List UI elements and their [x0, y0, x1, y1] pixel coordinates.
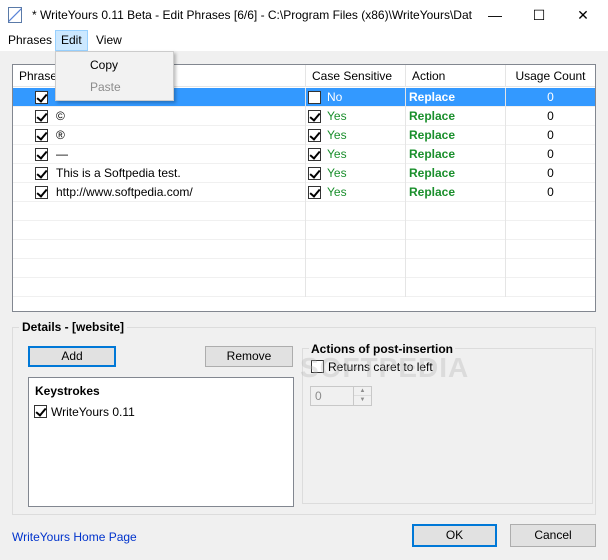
column-header-usage-count[interactable]: Usage Count: [506, 65, 595, 87]
table-row[interactable]: ® Yes Replace 0: [13, 126, 595, 145]
case-sensitive-checkbox[interactable]: [308, 148, 321, 161]
empty-row: [13, 240, 595, 259]
phrase-text: —: [56, 147, 68, 161]
usage-count-text: 0: [547, 166, 554, 180]
table-row[interactable]: © Yes Replace 0: [13, 107, 595, 126]
minimize-button[interactable]: —: [473, 0, 517, 30]
action-text: Replace: [409, 147, 456, 161]
menu-view[interactable]: View: [91, 30, 127, 51]
enabled-checkbox[interactable]: [35, 110, 48, 123]
enabled-checkbox[interactable]: [35, 167, 48, 180]
add-button[interactable]: Add: [28, 346, 116, 367]
action-text: Replace: [409, 109, 456, 123]
table-row[interactable]: This is a Softpedia test. Yes Replace 0: [13, 164, 595, 183]
case-sensitive-checkbox[interactable]: [308, 129, 321, 142]
menu-edit[interactable]: Edit: [55, 30, 88, 51]
maximize-button[interactable]: ☐: [517, 0, 561, 30]
empty-row: [13, 202, 595, 221]
phrases-grid: Phrase Case Sensitive Action Usage Count…: [12, 64, 596, 312]
table-row[interactable]: — Yes Replace 0: [13, 145, 595, 164]
softpedia-watermark: SOFTPEDIA: [300, 352, 470, 383]
phrase-text: ©: [56, 109, 65, 123]
spin-down-icon[interactable]: ▼: [354, 396, 371, 405]
details-title: Details - [website]: [19, 320, 128, 334]
usage-count-text: 0: [547, 109, 554, 123]
phrase-text: http://www.softpedia.com/: [56, 185, 193, 199]
spinner-buttons: ▲ ▼: [353, 387, 371, 405]
enabled-checkbox[interactable]: [35, 186, 48, 199]
keystroke-checkbox[interactable]: [34, 405, 47, 418]
case-sensitive-text: Yes: [327, 166, 347, 180]
usage-count-text: 0: [547, 147, 554, 161]
usage-count-text: 0: [547, 90, 554, 104]
case-sensitive-checkbox[interactable]: [308, 91, 321, 104]
case-sensitive-checkbox[interactable]: [308, 186, 321, 199]
menu-phrases[interactable]: Phrases: [3, 30, 57, 51]
empty-row: [13, 221, 595, 240]
keystrokes-title: Keystrokes: [35, 384, 100, 398]
app-icon: [8, 7, 22, 23]
column-header-action[interactable]: Action: [406, 65, 506, 87]
keystroke-item: WriteYours 0.11: [51, 405, 135, 419]
action-text: Replace: [409, 166, 456, 180]
table-row[interactable]: http://www.softpedia.com/ Yes Replace 0: [13, 183, 595, 202]
menu-item-copy[interactable]: Copy: [56, 54, 173, 76]
action-text: Replace: [409, 90, 456, 104]
cancel-button[interactable]: Cancel: [510, 524, 596, 547]
menu-item-paste[interactable]: Paste: [56, 76, 173, 98]
title-bar: * WriteYours 0.11 Beta - Edit Phrases [6…: [0, 0, 608, 30]
case-sensitive-text: Yes: [327, 128, 347, 142]
edit-dropdown-menu: Copy Paste: [55, 51, 174, 101]
case-sensitive-checkbox[interactable]: [308, 110, 321, 123]
usage-count-text: 0: [547, 128, 554, 142]
case-sensitive-text: Yes: [327, 147, 347, 161]
remove-button[interactable]: Remove: [205, 346, 293, 367]
phrase-text: ®: [56, 128, 65, 142]
window-title: * WriteYours 0.11 Beta - Edit Phrases [6…: [32, 8, 472, 22]
enabled-checkbox[interactable]: [35, 129, 48, 142]
home-page-link[interactable]: WriteYours Home Page: [12, 530, 137, 544]
empty-row: [13, 278, 595, 297]
case-sensitive-text: Yes: [327, 109, 347, 123]
action-text: Replace: [409, 185, 456, 199]
usage-count-text: 0: [547, 185, 554, 199]
spinner-value: 0: [315, 389, 322, 403]
menu-bar: Phrases Edit View: [0, 30, 608, 51]
empty-row: [13, 259, 595, 278]
caret-offset-spinner[interactable]: 0 ▲ ▼: [310, 386, 372, 406]
enabled-checkbox[interactable]: [35, 148, 48, 161]
case-sensitive-text: No: [327, 90, 343, 104]
ok-button[interactable]: OK: [412, 524, 497, 547]
spin-up-icon[interactable]: ▲: [354, 387, 371, 396]
action-text: Replace: [409, 128, 456, 142]
keystrokes-list[interactable]: Keystrokes WriteYours 0.11: [28, 377, 294, 507]
close-button[interactable]: ✕: [561, 0, 605, 30]
column-header-case-sensitive[interactable]: Case Sensitive: [306, 65, 406, 87]
case-sensitive-checkbox[interactable]: [308, 167, 321, 180]
enabled-checkbox[interactable]: [35, 91, 48, 104]
case-sensitive-text: Yes: [327, 185, 347, 199]
phrase-text: This is a Softpedia test.: [56, 166, 181, 180]
